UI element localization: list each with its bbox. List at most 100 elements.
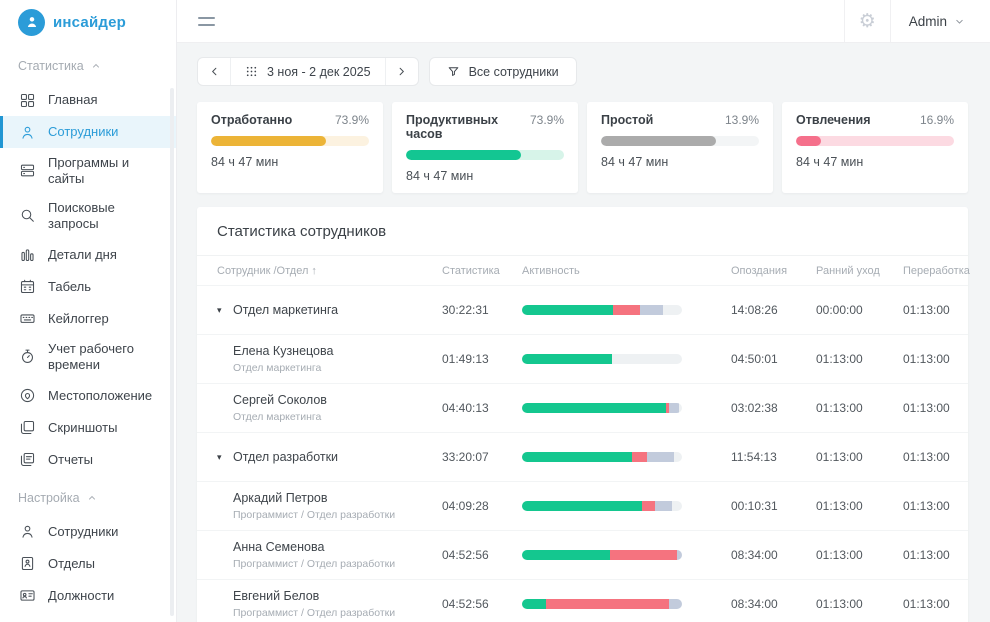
sidebar-item-label: Программы и сайты [48,619,161,622]
sort-arrow-icon: ↑ [311,265,317,277]
sidebar-item-otchety[interactable]: Отчеты [0,444,176,476]
chevron-right-icon [396,66,407,77]
column-activity[interactable]: Активность [522,265,731,277]
sidebar-item-label: Табель [48,279,91,295]
table-row[interactable]: ▾ Отдел маркетинга 30:22:31 14:08:26 00:… [197,285,968,334]
lateness-value: 03:02:38 [731,401,816,415]
table-row[interactable]: Анна Семенова Программист / Отдел разраб… [197,530,968,579]
table-row[interactable]: Елена Кузнецова Отдел маркетинга 01:49:1… [197,334,968,383]
date-range-button[interactable]: 3 ноя - 2 дек 2025 [231,58,385,85]
column-employee[interactable]: Сотрудник /Отдел ↑ [217,265,442,277]
brand-name: инсайдер [53,14,126,31]
keyboard-icon [18,309,36,327]
stat-card-time: 84 ч 47 мин [211,155,369,169]
employee-name: Отдел разработки [233,450,338,464]
lateness-value: 00:10:31 [731,499,816,513]
apps-icon [18,162,36,180]
activity-bar [522,354,682,364]
overtime-value: 01:13:00 [903,352,963,366]
calendar-dots-icon [245,65,258,78]
sidebar-item-poiskovye-zaprosy[interactable]: Поисковые запросы [0,193,176,238]
date-range-label: 3 ноя - 2 дек 2025 [267,65,371,79]
stat-card-time: 84 ч 47 мин [406,169,564,183]
stat-card-title: Отвлечения [796,113,871,127]
table-row[interactable]: Сергей Соколов Отдел маркетинга 04:40:13… [197,383,968,432]
logo[interactable]: инсайдер [0,0,176,44]
sidebar-section: Статистика Главная Сотрудники Программы … [0,44,176,476]
caret-down-icon[interactable]: ▾ [217,306,226,315]
hamburger-menu-icon[interactable] [177,0,215,42]
activity-bar [522,452,682,462]
sidebar-item-dolzhnosti[interactable]: Должности [0,580,176,612]
sidebar-item-nastroyka-programmy-i-sayty[interactable]: Программы и сайты [0,612,176,622]
caret-down-icon[interactable]: ▾ [217,453,226,462]
statistics-value: 04:52:56 [442,548,522,562]
employees-filter-button[interactable]: Все сотрудники [429,57,577,86]
sidebar-item-label: Поисковые запросы [48,200,161,231]
chevron-down-icon [954,16,965,27]
sidebar-item-glavnaya[interactable]: Главная [0,84,176,116]
sidebar-section-label: Статистика [18,59,84,73]
statistics-value: 04:09:28 [442,499,522,513]
sidebar-item-keylogger[interactable]: Кейлоггер [0,302,176,334]
sidebar-item-skrinshoty[interactable]: Скриншоты [0,412,176,444]
table-title: Статистика сотрудников [197,207,968,256]
overtime-value: 01:13:00 [903,303,963,317]
stat-card-percent: 16.9% [920,113,954,127]
sidebar-item-label: Программы и сайты [48,155,161,186]
sidebar-item-detali-dnya[interactable]: Детали дня [0,238,176,270]
table-row[interactable]: Евгений Белов Программист / Отдел разраб… [197,579,968,622]
next-period-button[interactable] [385,58,418,85]
settings-gear-icon[interactable]: ⚙ [844,0,891,42]
lateness-value: 14:08:26 [731,303,816,317]
lateness-value: 08:34:00 [731,548,816,562]
early-leave-value: 01:13:00 [816,548,903,562]
sidebar-item-label: Детали дня [48,247,117,263]
admin-menu[interactable]: Admin [891,0,990,42]
employee-name: Анна Семенова [233,540,395,554]
stat-card-percent: 73.9% [530,113,564,127]
prev-period-button[interactable] [198,58,231,85]
sidebar-item-sotrudniki[interactable]: Сотрудники [0,116,176,148]
sidebar-item-tabel[interactable]: Табель [0,270,176,302]
sidebar-item-mestopolozhenie[interactable]: Местоположение [0,380,176,412]
overtime-value: 01:13:00 [903,450,963,464]
sidebar-section-header[interactable]: Настройка [0,476,176,516]
sidebar-item-label: Скриншоты [48,420,117,436]
sidebar-item-otdely[interactable]: Отделы [0,548,176,580]
column-overtime[interactable]: Переработка [903,265,963,277]
admin-label: Admin [909,14,947,29]
early-leave-value: 01:13:00 [816,450,903,464]
stat-card-title: Простой [601,113,653,127]
activity-bar [522,403,682,413]
statistics-value: 33:20:07 [442,450,522,464]
employee-name: Отдел маркетинга [233,303,338,317]
employee-position: Программист / Отдел разработки [233,607,395,619]
column-statistics[interactable]: Статистика [442,265,522,277]
sidebar-item-uchet-rabochego-vremeni[interactable]: Учет рабочего времени [0,334,176,379]
app: инсайдер Статистика Главная Сотрудники П… [0,0,990,622]
sidebar-item-label: Сотрудники [48,524,118,540]
table-row[interactable]: ▾ Отдел разработки 33:20:07 11:54:13 01:… [197,432,968,481]
stat-card-percent: 13.9% [725,113,759,127]
grid-icon [18,91,36,109]
overtime-value: 01:13:00 [903,597,963,611]
chevron-up-icon [91,61,101,71]
sidebar-item-label: Должности [48,588,114,604]
employee-name: Евгений Белов [233,589,395,603]
overtime-value: 01:13:00 [903,401,963,415]
reports-icon [18,451,36,469]
sidebar-item-programmy-i-sayty[interactable]: Программы и сайты [0,148,176,193]
table-row[interactable]: Аркадий Петров Программист / Отдел разра… [197,481,968,530]
sidebar-section-header[interactable]: Статистика [0,44,176,84]
column-lateness[interactable]: Опоздания [731,265,816,277]
sidebar-item-nastroyka-sotrudniki[interactable]: Сотрудники [0,516,176,548]
stat-card-percent: 73.9% [335,113,369,127]
statistics-value: 04:52:56 [442,597,522,611]
table-body: ▾ Отдел маркетинга 30:22:31 14:08:26 00:… [197,285,968,622]
stat-card-time: 84 ч 47 мин [796,155,954,169]
column-early-leave[interactable]: Ранний уход [816,265,903,277]
sidebar-item-label: Отделы [48,556,95,572]
sidebar: инсайдер Статистика Главная Сотрудники П… [0,0,177,622]
activity-bar [522,550,682,560]
